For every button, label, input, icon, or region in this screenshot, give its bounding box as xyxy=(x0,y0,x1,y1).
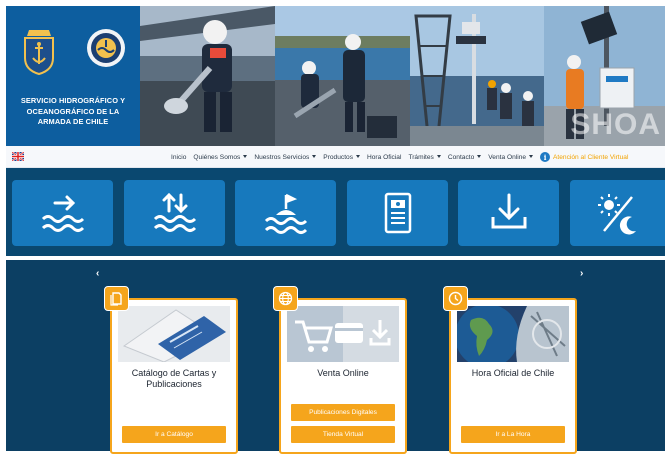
clock-icon xyxy=(448,291,463,306)
caret-down-icon xyxy=(356,154,360,158)
digital-publications-button[interactable]: Publicaciones Digitales xyxy=(291,404,395,421)
official-time-image xyxy=(457,306,569,362)
header-photo-pier xyxy=(275,6,410,146)
virtual-store-button[interactable]: Tienda Virtual xyxy=(291,426,395,443)
carousel-prev-button[interactable]: ‹ xyxy=(96,268,99,279)
card-official-time: Hora Oficial de Chile Ir a La Hora xyxy=(449,298,577,454)
citizen-service-link[interactable]: i Atención al Cliente Virtual xyxy=(540,152,628,162)
nav-item-productos[interactable]: Productos xyxy=(323,154,360,161)
tile-documents[interactable] xyxy=(347,180,448,246)
card-title: Catálogo de Cartas y Publicaciones xyxy=(131,368,217,389)
nav-item-inicio[interactable]: Inicio xyxy=(171,154,186,161)
buoy-wave-icon xyxy=(264,193,307,234)
card-title: Venta Online xyxy=(317,368,369,378)
nav-item-quienes-somos[interactable]: Quiénes Somos xyxy=(193,154,248,161)
badge-clock xyxy=(443,286,468,311)
badge-globe xyxy=(273,286,298,311)
nav-item-nuestros-servicios[interactable]: Nuestros Servicios xyxy=(254,154,317,161)
header-photo-station xyxy=(410,6,544,146)
caret-down-icon xyxy=(312,154,317,158)
brand-logos xyxy=(6,28,140,76)
shoa-watermark: SHOA xyxy=(570,108,661,141)
tile-tide-levels[interactable] xyxy=(124,180,225,246)
nav-item-tramites[interactable]: Trámites xyxy=(408,154,441,161)
caret-down-icon xyxy=(529,154,534,158)
badge-document xyxy=(104,286,129,311)
catalog-button[interactable]: Ir a Catálogo xyxy=(122,426,226,443)
tile-tides-forecast[interactable] xyxy=(12,180,113,246)
quick-access-tiles xyxy=(6,168,665,256)
flag-uk-icon[interactable] xyxy=(12,152,24,161)
main-navbar: Inicio Quiénes Somos Nuestros Servicios … xyxy=(6,146,665,168)
shoa-seal-icon xyxy=(86,29,125,67)
header-photo-technician xyxy=(140,6,275,146)
document-icon xyxy=(384,192,411,234)
carousel-next-button[interactable]: › xyxy=(580,268,583,279)
wave-arrow-right-icon xyxy=(41,195,84,232)
nav-menu: Inicio Quiénes Somos Nuestros Servicios … xyxy=(171,146,628,168)
globe-icon xyxy=(278,291,293,306)
nav-item-hora-oficial[interactable]: Hora Oficial xyxy=(367,154,401,161)
download-icon xyxy=(491,193,526,229)
document-copy-icon xyxy=(110,292,122,306)
nav-item-venta-online[interactable]: Venta Online xyxy=(488,154,534,161)
card-online-sales: Venta Online Publicaciones Digitales Tie… xyxy=(279,298,407,454)
brand-block[interactable]: SERVICIO HIDROGRÁFICO Y OCEANOGRÁFICO DE… xyxy=(6,6,140,146)
info-icon: i xyxy=(540,152,551,162)
tile-buoys[interactable] xyxy=(235,180,336,246)
header-banner: SERVICIO HIDROGRÁFICO Y OCEANOGRÁFICO DE… xyxy=(6,6,665,146)
card-catalog: Catálogo de Cartas y Publicaciones Ir a … xyxy=(110,298,238,454)
org-name: SERVICIO HIDROGRÁFICO Y OCEANOGRÁFICO DE… xyxy=(20,96,126,126)
official-time-button[interactable]: Ir a La Hora xyxy=(461,426,565,443)
tile-downloads[interactable] xyxy=(458,180,559,246)
nav-item-contacto[interactable]: Contacto xyxy=(448,154,482,161)
catalog-image xyxy=(118,306,230,362)
card-title: Hora Oficial de Chile xyxy=(471,368,555,378)
tile-sun-moon[interactable] xyxy=(570,180,665,246)
caret-down-icon xyxy=(436,154,441,158)
online-sales-image xyxy=(287,306,399,362)
sun-moon-icon xyxy=(597,194,636,235)
caret-down-icon xyxy=(243,154,248,158)
services-carousel: ‹ › Catálogo de Cartas y Publicaciones I… xyxy=(6,260,665,454)
header-photo-mast: SHOA xyxy=(544,6,665,146)
citizen-service-label: Atención al Cliente Virtual xyxy=(553,153,629,161)
navy-shield-icon xyxy=(23,30,54,76)
caret-down-icon xyxy=(477,154,482,158)
wave-arrows-up-down-icon xyxy=(153,192,196,232)
